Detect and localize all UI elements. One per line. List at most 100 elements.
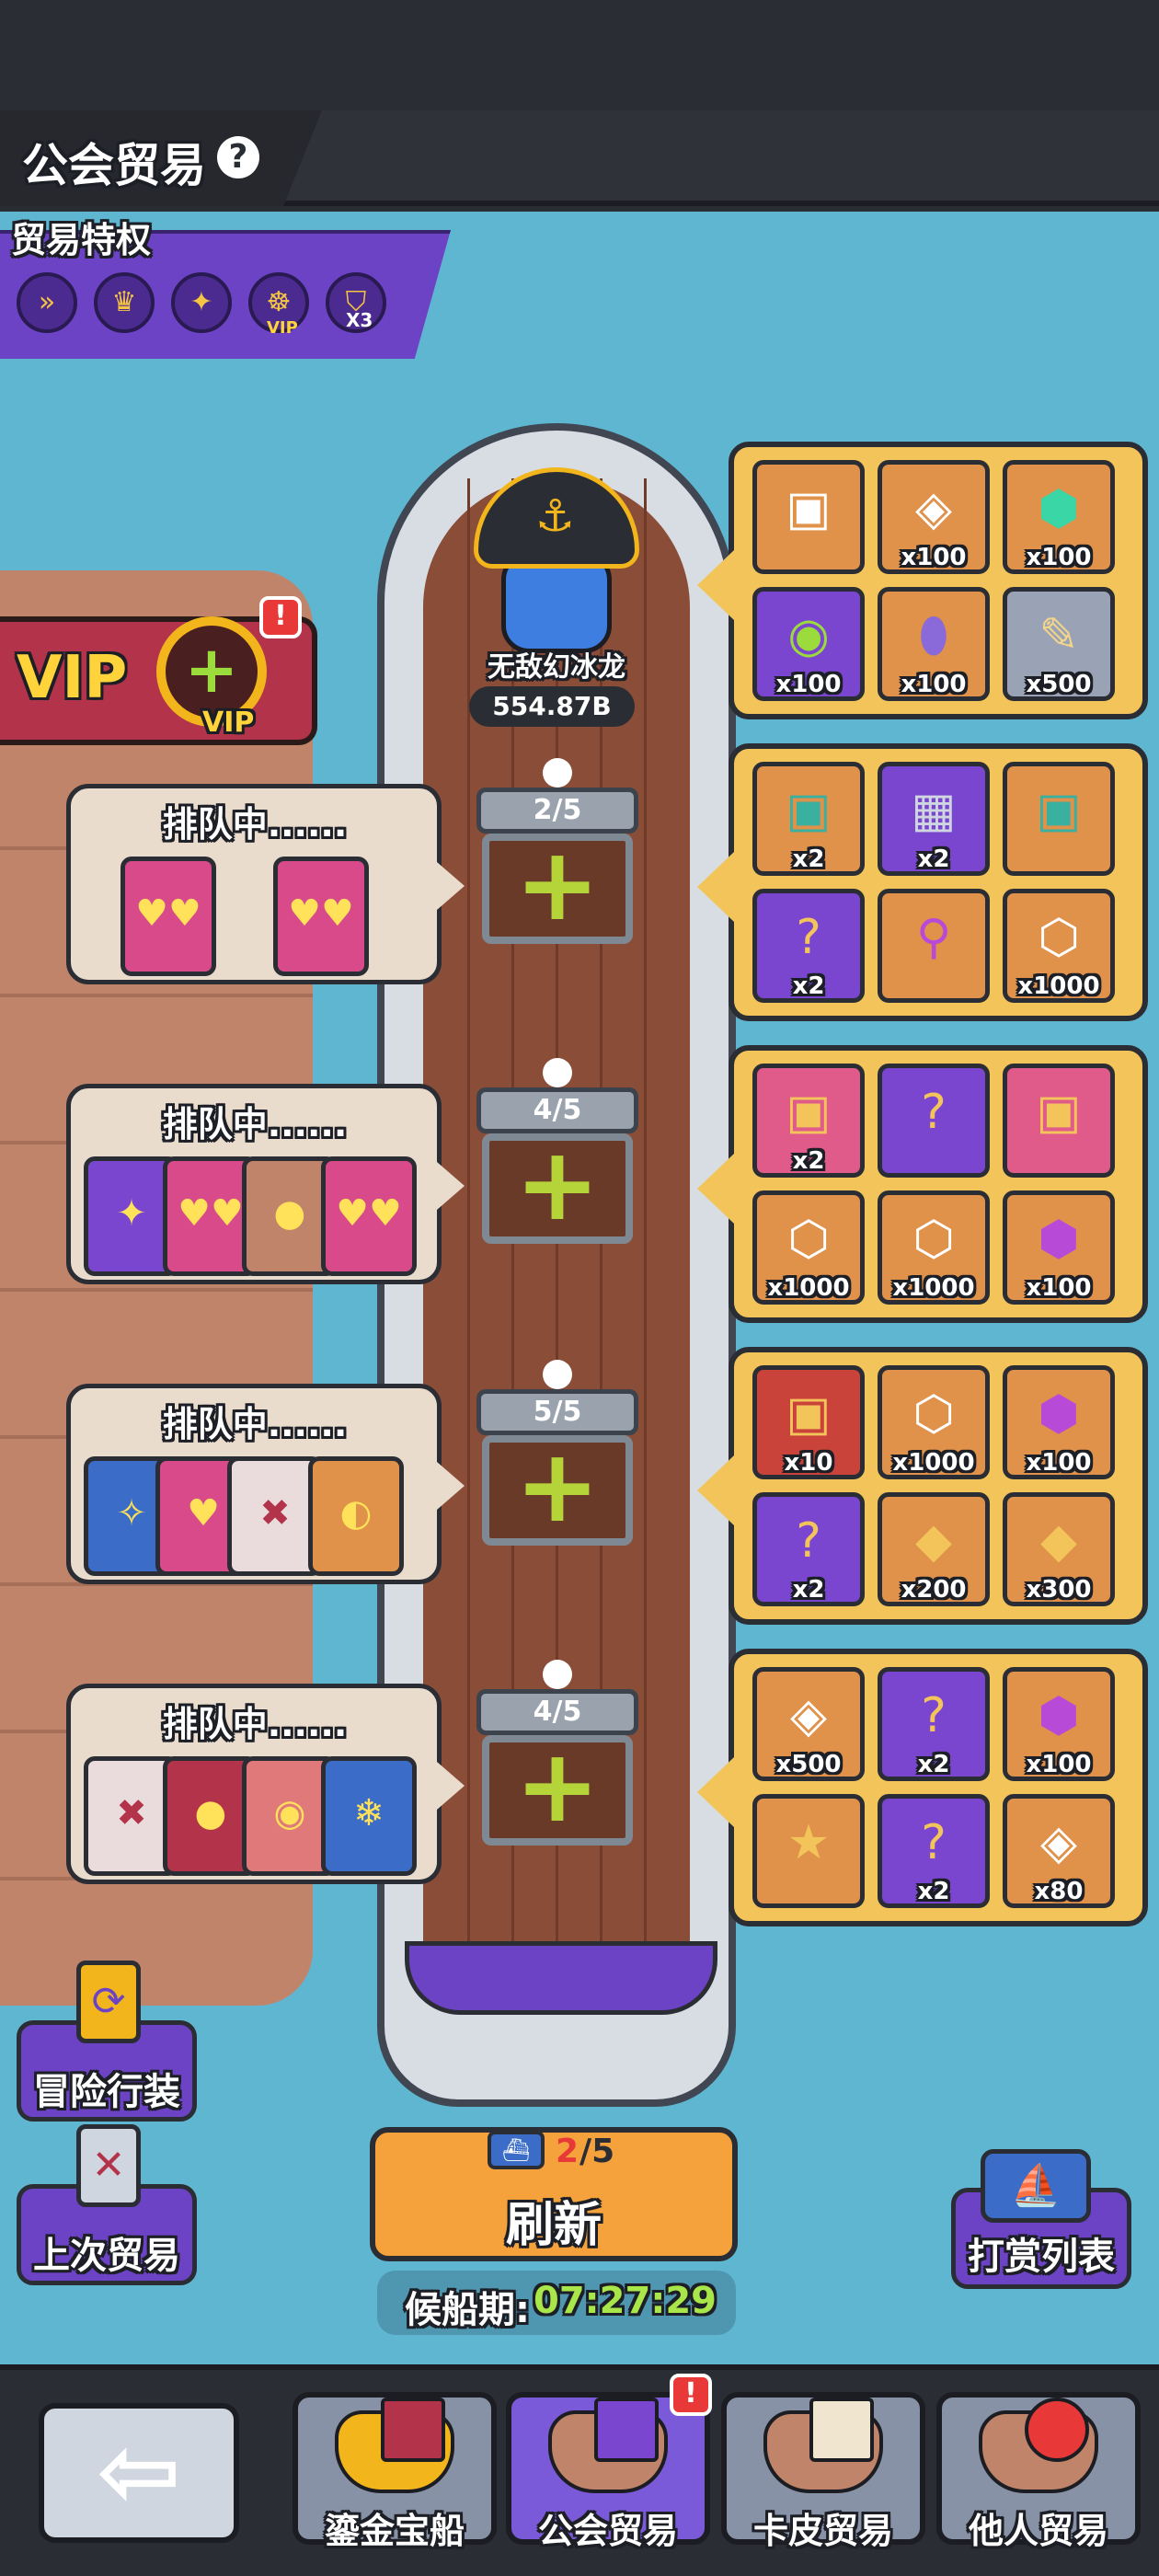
person-icon [543, 758, 572, 788]
tab-label: 鎏金宝船 [324, 2511, 465, 2551]
hero-portrait[interactable]: ♥♥ [273, 857, 369, 976]
purple-gem-icon[interactable]: ⬢ x100 [1003, 1190, 1115, 1305]
purple-gem-icon[interactable]: ⬢ x100 [1003, 1667, 1115, 1781]
add-icon[interactable]: + [482, 1435, 633, 1546]
reward-panel: ◈ x500 ? x2 ⬢ x100 ★ ? x2 ◈ x80 [697, 1649, 1148, 1926]
hex-medal-icon[interactable]: ⬡ x1000 [878, 1190, 990, 1305]
vip-alert-badge: ! [259, 596, 302, 638]
paw-token-icon[interactable]: ◈ x80 [1003, 1794, 1115, 1908]
guild-coin-icon[interactable]: ◉ x100 [752, 587, 865, 701]
refresh-total-count: /5 [580, 2133, 615, 2170]
queue-bubble[interactable]: 排队中...... ✦ ♥♥ ● ♥♥ [66, 1084, 465, 1284]
trade-privilege-title: 贸易特权 [11, 220, 152, 260]
tab-capy-trade[interactable]: 卡皮贸易 [721, 2392, 925, 2551]
tab-golden-treasure-ship[interactable]: 鎏金宝船 [293, 2392, 497, 2551]
armor-chest-icon[interactable]: ▦ x2 [878, 762, 990, 876]
person-icon [543, 1360, 572, 1389]
help-icon[interactable]: ? [217, 136, 259, 178]
vip-wheel-label: VIP [202, 707, 255, 739]
bone-icon[interactable]: ✎ x500 [1003, 587, 1115, 701]
hex-medal-icon[interactable]: ⬡ x1000 [1003, 889, 1115, 1003]
panel-pointer [697, 1455, 734, 1525]
emerald-gem-icon[interactable]: ⬢ x100 [1003, 460, 1115, 574]
tab-label: 他人贸易 [968, 2511, 1108, 2551]
hero-portrait[interactable]: ♥♥ [120, 857, 216, 976]
torch-icon[interactable]: ⚲ [878, 889, 990, 1003]
star-chest-icon[interactable]: ★ [752, 1794, 865, 1908]
pink-chest-icon[interactable]: ▣ x2 [752, 1064, 865, 1178]
gold-chest-icon[interactable]: ▣ [752, 460, 865, 574]
pink-chest-icon[interactable]: ▣ [1003, 1064, 1115, 1178]
mystery-chest-icon[interactable]: ? x2 [752, 889, 865, 1003]
tab-label: 公会贸易 [537, 2511, 678, 2551]
add-icon[interactable]: + [482, 834, 633, 944]
panel-pointer [697, 852, 734, 922]
back-arrow-icon[interactable]: ⇦ [39, 2403, 239, 2543]
reward-panel: ▣ x2 ▦ x2 ▣ ? x2 ⚲ ⬡ x1000 [697, 743, 1148, 1021]
vip-text: VIP [17, 644, 128, 712]
purple-gem-icon[interactable]: ⬢ x100 [1003, 1365, 1115, 1479]
reward-panel: ▣ ◈ x100 ⬢ x100 ◉ x100 ⬮ x100 ✎ x500 [697, 442, 1148, 719]
adventure-outfit-label: 冒险行装 [33, 2071, 180, 2113]
panel-pointer [697, 1154, 734, 1224]
bubble-arrow [437, 1762, 465, 1810]
wait-timer: 07:27:29 [534, 2280, 717, 2322]
tab-others-trade[interactable]: 他人贸易 [936, 2392, 1141, 2551]
title-bar: 公会贸易 [0, 110, 1159, 206]
paw-token-icon[interactable]: ◈ x100 [878, 460, 990, 574]
add-icon[interactable]: + [482, 1133, 633, 1244]
target-icon[interactable]: ✦ [171, 272, 232, 333]
teal-chest-icon[interactable]: ▣ x2 [752, 762, 865, 876]
queue-bubble[interactable]: 排队中...... ♥♥ ♥♥ [66, 784, 465, 984]
paw-token-icon[interactable]: ◈ x500 [752, 1667, 865, 1781]
red-chest-icon[interactable]: ▣ x10 [752, 1365, 865, 1479]
last-trade-button[interactable]: ✕ 上次贸易 [17, 2124, 197, 2285]
power-value: 554.87B [492, 691, 612, 721]
ship-speed-icon[interactable]: » [17, 272, 77, 333]
ticket-icon[interactable]: ◆ x300 [1003, 1492, 1115, 1606]
anchor-icon: ⚓ [535, 490, 576, 542]
hex-medal-icon[interactable]: ⬡ x1000 [752, 1190, 865, 1305]
queue-bubble[interactable]: 排队中...... ✖ ● ◉ ❄ [66, 1684, 465, 1884]
sail-icon [809, 2398, 874, 2462]
mystery-chest-icon[interactable]: ? x2 [752, 1492, 865, 1606]
captain-power: 554.87B [469, 686, 635, 727]
ticket-icon[interactable]: ◆ x200 [878, 1492, 990, 1606]
hex-medal-icon[interactable]: ⬡ x1000 [878, 1365, 990, 1479]
hero-portrait[interactable]: ◐ [308, 1456, 404, 1576]
panel-pointer [697, 1757, 734, 1827]
teal-chest-icon[interactable]: ▣ [1003, 762, 1115, 876]
priv-vip-label: VIP [267, 318, 298, 338]
queue-slot[interactable]: 2/5 + [476, 758, 638, 944]
queue-slot[interactable]: 4/5 + [476, 1660, 638, 1846]
queue-status: 排队中...... [162, 1104, 348, 1144]
egg-icon[interactable]: ⬮ x100 [878, 587, 990, 701]
pinwheel-icon [1025, 2398, 1089, 2462]
bubble-arrow [437, 1462, 465, 1510]
hero-portrait[interactable]: ❄ [321, 1756, 417, 1876]
queue-bubble[interactable]: 排队中...... ✧ ♥ ✖ ◐ [66, 1384, 465, 1584]
refresh-label: 刷新 [505, 2198, 602, 2253]
map-scroll-icon: ✕ [76, 2124, 141, 2207]
sail-icon [381, 2398, 445, 2462]
crown-up-icon[interactable]: ♛ [94, 272, 155, 333]
person-icon [543, 1660, 572, 1689]
wait-label: 候船期: [405, 2289, 530, 2331]
mystery-chest-icon[interactable]: ? x2 [878, 1667, 990, 1781]
captain-hat-icon: ⛵ [981, 2149, 1091, 2223]
bubble-arrow [437, 862, 465, 910]
queue-status: 排队中...... [162, 1404, 348, 1444]
person-icon [543, 1058, 572, 1087]
adventure-outfit-button[interactable]: ⟳ 冒险行装 [17, 1961, 197, 2122]
mystery-chest-icon[interactable]: ? x2 [878, 1794, 990, 1908]
last-trade-label: 上次贸易 [33, 2235, 180, 2277]
add-icon[interactable]: + [482, 1735, 633, 1846]
hero-portrait[interactable]: ♥♥ [321, 1156, 417, 1276]
mystery-gem-chest-icon[interactable]: ? [878, 1064, 990, 1178]
queue-status: 排队中...... [162, 804, 348, 845]
reward-panel: ▣ x10 ⬡ x1000 ⬢ x100 ? x2 ◆ x200 ◆ x300 [697, 1347, 1148, 1625]
queue-slot[interactable]: 4/5 + [476, 1058, 638, 1244]
guild-trade-alert-badge: ! [670, 2374, 712, 2416]
queue-slot[interactable]: 5/5 + [476, 1360, 638, 1546]
queue-status: 排队中...... [162, 1704, 348, 1744]
